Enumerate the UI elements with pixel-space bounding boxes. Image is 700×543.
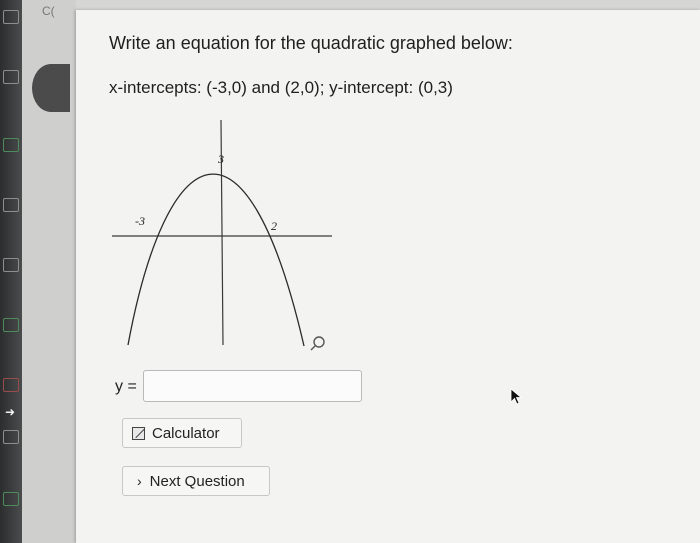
app-icon xyxy=(3,10,19,24)
magnifier-icon[interactable] xyxy=(310,336,325,351)
parabola-graph: 3 -3 2 xyxy=(112,120,332,351)
x-intercept-right-label: 2 xyxy=(271,219,277,233)
app-icon xyxy=(3,378,19,392)
background-shape xyxy=(32,64,70,112)
app-icon xyxy=(3,492,19,506)
next-question-label: Next Question xyxy=(149,472,245,490)
app-icon xyxy=(3,138,19,152)
next-question-button[interactable]: › Next Question xyxy=(122,466,270,496)
question-title: Write an equation for the quadratic grap… xyxy=(109,33,513,53)
app-icon xyxy=(3,198,19,212)
app-icon xyxy=(3,430,19,444)
y-intercept-label: 3 xyxy=(217,152,224,166)
background-page: C( xyxy=(22,0,76,543)
calculator-label: Calculator xyxy=(152,424,220,442)
chevron-right-icon: › xyxy=(137,473,142,489)
x-intercept-left-label: -3 xyxy=(135,214,145,228)
tab-fragment: C( xyxy=(42,4,55,18)
arrow-icon: ➜ xyxy=(5,405,16,419)
app-icon xyxy=(3,70,19,84)
parabola-curve xyxy=(127,173,305,347)
answer-input[interactable] xyxy=(143,370,362,402)
left-window-edge: ➜ xyxy=(0,0,22,543)
mouse-cursor-icon xyxy=(510,388,523,405)
calculator-button[interactable]: Calculator xyxy=(122,418,242,448)
app-icon xyxy=(3,318,19,332)
intercepts-text: x-intercepts: (-3,0) and (2,0); y-interc… xyxy=(109,78,453,97)
calculator-icon xyxy=(132,426,145,440)
answer-label: y = xyxy=(115,378,137,395)
app-icon xyxy=(3,258,19,272)
question-page: Write an equation for the quadratic grap… xyxy=(76,10,700,543)
